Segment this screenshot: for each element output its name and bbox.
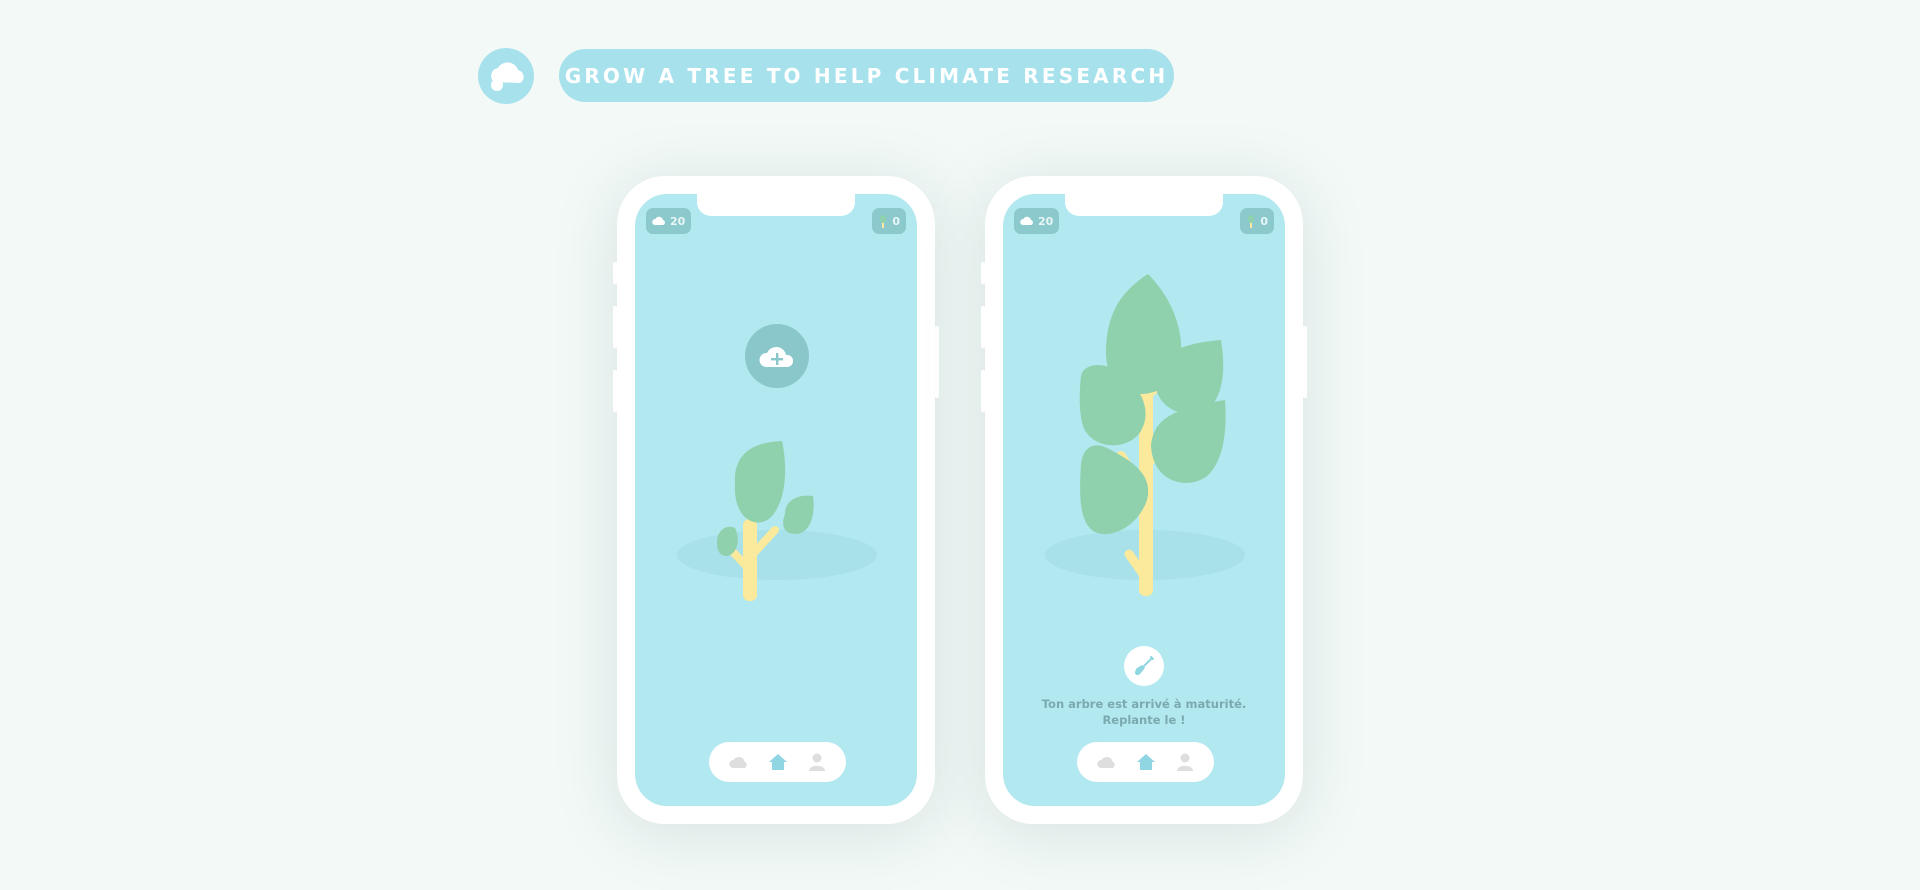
nav-profile[interactable] — [1171, 748, 1199, 776]
phone-mockup-mature-tree: 20 0 Ton arbre est arrivé à maturité. Re… — [981, 176, 1307, 824]
cloud-icon — [1096, 757, 1115, 768]
nav-home[interactable] — [1132, 748, 1160, 776]
nav-profile[interactable] — [803, 748, 831, 776]
nav-cloud[interactable] — [725, 748, 753, 776]
user-icon — [808, 753, 825, 771]
home-icon — [1136, 754, 1155, 770]
page-title-banner: GROW A TREE TO HELP CLIMATE RESEARCH — [559, 49, 1174, 102]
cloud-logo-icon — [491, 62, 524, 91]
maturity-message: Ton arbre est arrivé à maturité. — [1041, 697, 1247, 711]
shovel-icon — [1135, 656, 1154, 676]
phone-mockup-seedling: 20 0 — [613, 176, 939, 824]
app-logo — [478, 48, 534, 104]
bottom-nav — [1077, 742, 1214, 782]
nav-cloud[interactable] — [1093, 748, 1121, 776]
home-icon — [768, 754, 787, 770]
cloud-icon — [728, 757, 747, 768]
app-screen: 20 0 — [635, 194, 917, 806]
app-screen: 20 0 — [1003, 194, 1285, 806]
user-icon — [1176, 753, 1193, 771]
young-tree-illustration — [717, 441, 814, 601]
replant-button[interactable] — [1124, 646, 1164, 686]
bottom-nav — [709, 742, 846, 782]
nav-home[interactable] — [764, 748, 792, 776]
replant-prompt: Replante le ! — [1102, 713, 1186, 727]
